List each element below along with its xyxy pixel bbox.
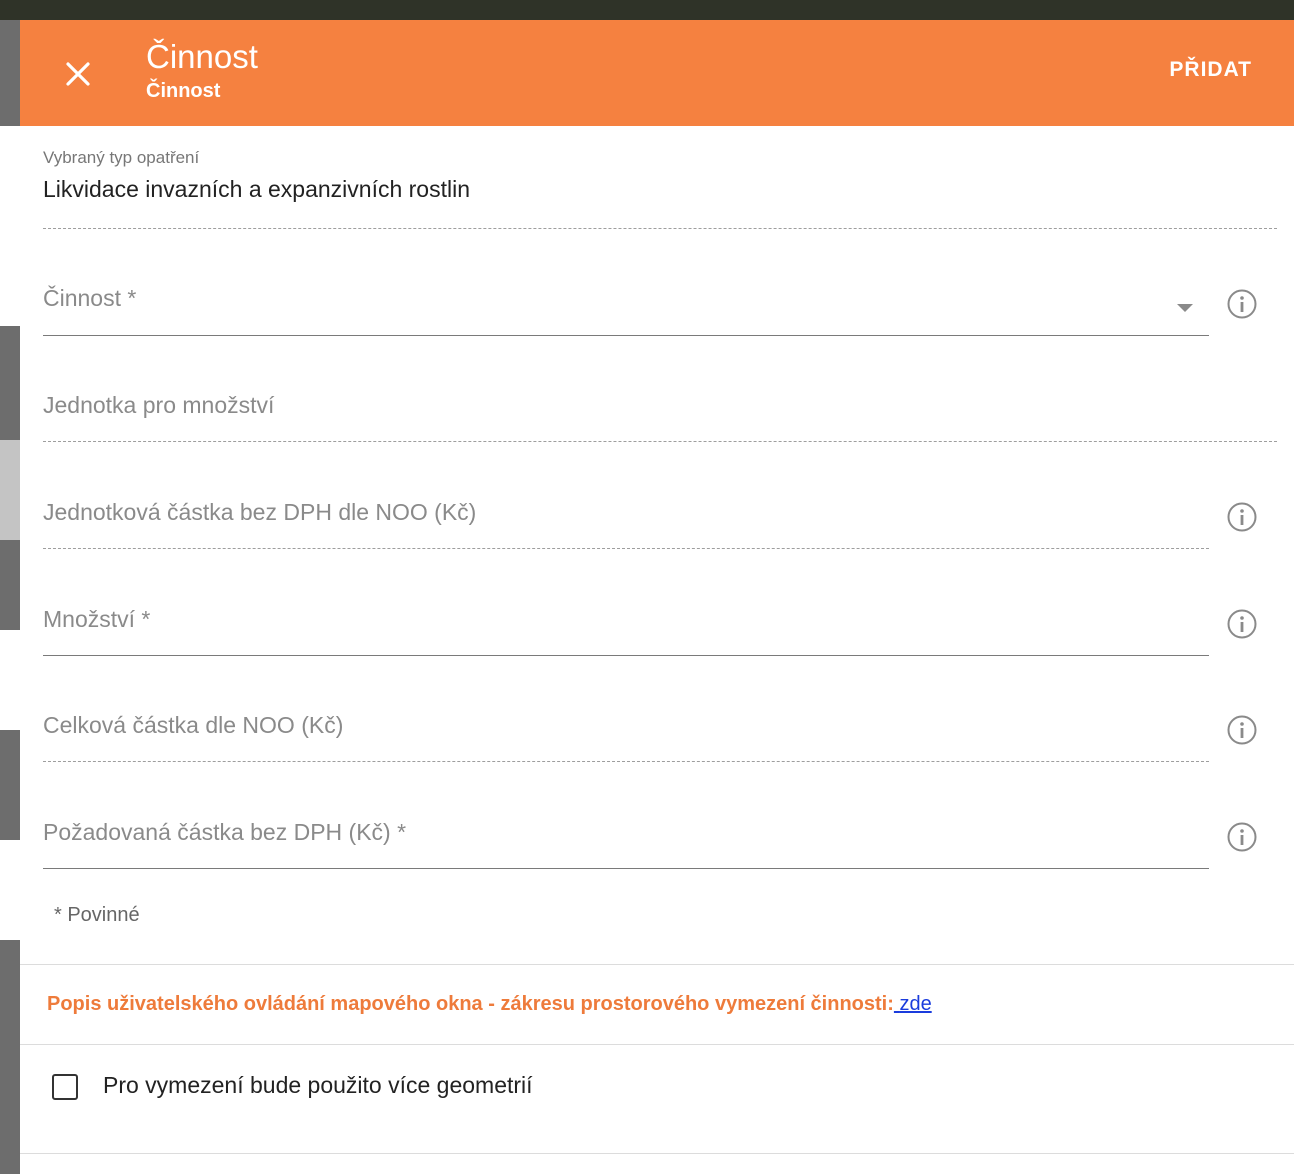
total-field: Celková částka dle NOO (Kč) xyxy=(43,712,1209,762)
activity-dialog: Činnost Činnost PŘIDAT Vybraný typ opatř… xyxy=(20,20,1294,1174)
selected-type-label: Vybraný typ opatření xyxy=(43,148,200,167)
unit-price-underline xyxy=(43,548,1209,549)
map-help-text: Popis uživatelského ovládání mapového ok… xyxy=(47,993,932,1016)
multi-geometry-label[interactable]: Pro vymezení bude použito více geometrií xyxy=(103,1072,533,1099)
close-button[interactable] xyxy=(58,54,98,94)
map-help-label: Popis uživatelského ovládání mapového ok… xyxy=(47,993,894,1015)
activity-info-icon[interactable] xyxy=(1226,288,1258,320)
map-help-link[interactable]: zde xyxy=(894,993,931,1015)
requested-amount-underline xyxy=(43,868,1209,869)
activity-select[interactable]: Činnost * xyxy=(43,285,1209,335)
requested-amount-label: Požadovaná částka bez DPH (Kč) * xyxy=(43,819,407,845)
dialog-header: Činnost Činnost PŘIDAT xyxy=(20,20,1294,126)
backdrop-left-edge xyxy=(0,20,20,1174)
quantity-underline xyxy=(43,655,1209,656)
chevron-down-icon[interactable] xyxy=(1175,302,1195,314)
dialog-title: Činnost xyxy=(146,38,258,75)
selected-type-field: Vybraný typ opatření Likvidace invazních… xyxy=(43,148,470,203)
total-underline xyxy=(43,761,1209,762)
close-icon xyxy=(66,62,90,86)
quantity-info-icon[interactable] xyxy=(1226,608,1258,640)
dialog-subtitle: Činnost xyxy=(146,80,221,102)
selected-type-underline xyxy=(43,228,1277,229)
total-info-icon[interactable] xyxy=(1226,714,1258,746)
selected-type-value: Likvidace invazních a expanzivních rostl… xyxy=(43,176,471,202)
unit-underline xyxy=(43,441,1277,442)
unit-price-field: Jednotková částka bez DPH dle NOO (Kč) xyxy=(43,499,1209,549)
quantity-label: Množství * xyxy=(43,606,151,632)
divider xyxy=(20,964,1294,965)
backdrop-top-bar xyxy=(0,0,1294,20)
multi-geometry-checkbox[interactable] xyxy=(52,1074,78,1100)
divider xyxy=(20,1153,1294,1154)
requested-amount-input[interactable]: Požadovaná částka bez DPH (Kč) * xyxy=(43,819,1209,869)
required-note: * Povinné xyxy=(54,904,140,926)
requested-amount-info-icon[interactable] xyxy=(1226,821,1258,853)
unit-price-info-icon[interactable] xyxy=(1226,501,1258,533)
quantity-input[interactable]: Množství * xyxy=(43,606,1209,656)
unit-label: Jednotka pro množství xyxy=(43,392,275,418)
activity-select-underline xyxy=(43,335,1209,336)
add-button[interactable]: PŘIDAT xyxy=(1169,58,1252,82)
total-label: Celková částka dle NOO (Kč) xyxy=(43,712,344,738)
unit-field: Jednotka pro množství xyxy=(43,392,1277,442)
divider xyxy=(20,1044,1294,1045)
activity-select-label: Činnost * xyxy=(43,285,137,311)
unit-price-label: Jednotková částka bez DPH dle NOO (Kč) xyxy=(43,499,477,525)
